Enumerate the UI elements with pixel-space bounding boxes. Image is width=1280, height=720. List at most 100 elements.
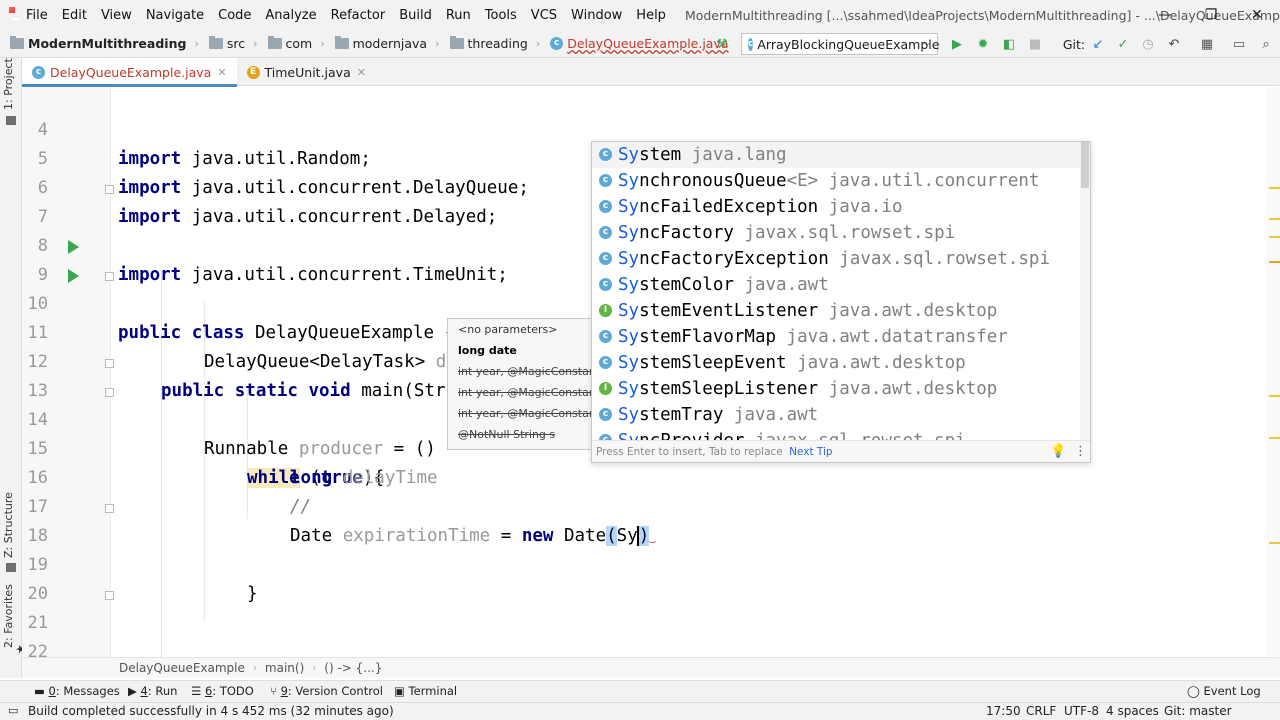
parameter-info-popup: <no parameters> long date int year, @Mag…	[447, 318, 592, 450]
debug-icon[interactable]: ✹	[974, 35, 992, 53]
code-line: 18 }	[22, 493, 1267, 604]
nav-threading[interactable]: threading ›	[449, 36, 540, 51]
class-icon: c	[599, 148, 612, 161]
param-option: long date	[458, 344, 517, 357]
completion-item[interactable]: c SyncFactory javax.sql.rowset.spi	[592, 220, 1082, 246]
param-option: @NotNull String s	[458, 428, 556, 441]
caret-position[interactable]: 17:50	[986, 704, 1021, 718]
code-completion-popup: c System java.lang c SynchronousQueue<E> ja…	[591, 141, 1091, 463]
fold-marker-icon[interactable]	[105, 591, 114, 600]
event-log-button[interactable]: ◯ Event Log	[1187, 684, 1261, 698]
breadcrumb-class[interactable]: DelayQueueExample	[119, 661, 245, 675]
vcs-commit-icon[interactable]: ✓	[1114, 35, 1132, 53]
more-options-icon[interactable]: ⋮	[1074, 441, 1087, 462]
file-encoding[interactable]: UTF-8	[1064, 704, 1099, 718]
terminal-tool-button[interactable]: ▣ Terminal	[394, 684, 457, 698]
messages-tool-button[interactable]: ▬ 0: Messages	[34, 684, 120, 698]
menu-vcs[interactable]: VCS	[524, 8, 564, 23]
project-structure-icon[interactable]: ▦	[1198, 35, 1216, 53]
menu-edit[interactable]: Edit	[55, 8, 94, 23]
breadcrumb-lambda[interactable]: () -> {...}	[324, 661, 382, 675]
fold-marker-icon[interactable]	[105, 185, 114, 194]
completion-item[interactable]: c SystemSleepEvent java.awt.desktop	[592, 350, 1082, 376]
menu-window[interactable]: Window	[564, 8, 629, 23]
completion-item[interactable]: c SyncFailedException java.io	[592, 194, 1082, 220]
chevron-down-icon: ⌵	[922, 36, 931, 49]
favorites-tool-tab[interactable]: 2: Favorites	[2, 584, 15, 648]
next-tip-link[interactable]: Next Tip	[789, 446, 832, 458]
completion-item[interactable]: I SystemSleepListener java.awt.desktop	[592, 376, 1082, 402]
run-gutter-icon[interactable]	[68, 240, 79, 254]
version-control-tool-button[interactable]: ⑂ 9: Version Control	[270, 684, 383, 698]
interface-icon: I	[599, 304, 612, 317]
project-tool-tab[interactable]: 1: Project	[2, 58, 15, 110]
breadcrumb-method[interactable]: main()	[265, 661, 304, 675]
completion-item[interactable]: c System java.lang	[592, 142, 1082, 168]
history-icon[interactable]: ◷	[1139, 35, 1157, 53]
close-icon[interactable]: ✕	[1234, 0, 1280, 30]
nav-src[interactable]: src ›	[208, 36, 258, 51]
run-gutter-icon[interactable]	[68, 269, 79, 283]
minimize-icon[interactable]: —	[1142, 0, 1188, 30]
nav-modernjava[interactable]: modernjava ›	[334, 36, 440, 51]
menu-view[interactable]: View	[94, 8, 139, 23]
close-tab-icon[interactable]: ✕	[217, 66, 226, 79]
fold-marker-icon[interactable]	[105, 504, 114, 513]
folder-icon	[267, 36, 282, 49]
run-tool-button[interactable]: ▶ 4: Run	[128, 684, 177, 698]
code-line: 4 import java.util.Random;	[37, 120, 371, 169]
fold-marker-icon[interactable]	[105, 388, 114, 397]
menu-analyze[interactable]: Analyze	[258, 8, 323, 23]
fold-marker-icon[interactable]	[105, 272, 114, 281]
title-bar: File Edit View Navigate Code Analyze Ref…	[0, 0, 1280, 30]
run-icon: ▶	[128, 684, 141, 698]
menu-file[interactable]: File	[19, 8, 55, 23]
code-line: 17 Date expirationTime = new Date(Sy)‿	[27, 497, 656, 546]
param-option: <no parameters>	[458, 323, 558, 336]
run-icon[interactable]: ▶	[948, 35, 966, 53]
layout-icon[interactable]: ▭	[1230, 35, 1248, 53]
menu-navigate[interactable]: Navigate	[139, 8, 211, 23]
menu-run[interactable]: Run	[439, 8, 478, 23]
vcs-update-icon[interactable]: ↙	[1089, 35, 1107, 53]
git-branch[interactable]: Git: master	[1164, 704, 1232, 718]
indent-setting[interactable]: 4 spaces	[1106, 704, 1159, 718]
close-tab-icon[interactable]: ✕	[357, 66, 366, 79]
coverage-icon[interactable]: ◧	[1000, 35, 1018, 53]
nav-project[interactable]: ModernMultithreading ›	[10, 36, 199, 51]
nav-file[interactable]: c DelayQueueExample.java	[550, 36, 729, 51]
line-separator[interactable]: CRLF	[1026, 704, 1056, 718]
lightbulb-icon[interactable]: 💡	[1050, 441, 1066, 462]
menu-refactor[interactable]: Refactor	[324, 8, 393, 23]
completion-item[interactable]: c SyncFactoryException javax.sql.rowset.s…	[592, 246, 1082, 272]
completion-item[interactable]: c SystemFlavorMap java.awt.datatransfer	[592, 324, 1082, 350]
param-option: int year, @MagicConstant	[458, 407, 591, 420]
structure-tool-tab[interactable]: Z: Structure	[2, 492, 15, 558]
error-stripe[interactable]	[1267, 87, 1280, 657]
todo-icon: ☰	[191, 684, 205, 698]
search-everywhere-icon[interactable]: ⌕	[1257, 35, 1275, 53]
code-line: 23	[22, 638, 1267, 657]
nav-com[interactable]: com ›	[267, 36, 325, 51]
completion-item[interactable]: c SystemTray java.awt	[592, 402, 1082, 428]
build-hammer-icon[interactable]: ⚒	[713, 35, 731, 53]
menu-tools[interactable]: Tools	[478, 8, 524, 23]
completion-scrollbar[interactable]	[1080, 142, 1090, 442]
completion-item[interactable]: c SynchronousQueue<E> java.util.concurren…	[592, 168, 1082, 194]
folder-icon	[449, 36, 464, 49]
stop-icon[interactable]: ■	[1026, 35, 1044, 53]
enum-icon: E	[246, 65, 260, 79]
todo-tool-button[interactable]: ☰ 6: TODO	[191, 684, 254, 698]
tab-delayqueueexample[interactable]: c DelayQueueExample.java ✕	[22, 58, 237, 87]
fold-marker-icon[interactable]	[105, 359, 114, 368]
tab-timeunit[interactable]: E TimeUnit.java ✕	[237, 58, 376, 86]
completion-item[interactable]: c SystemColor java.awt	[592, 272, 1082, 298]
menu-code[interactable]: Code	[211, 8, 258, 23]
project-icon	[6, 116, 16, 125]
rollback-icon[interactable]: ↶	[1165, 35, 1183, 53]
menu-build[interactable]: Build	[392, 8, 439, 23]
completion-item[interactable]: I SystemEventListener java.awt.desktop	[592, 298, 1082, 324]
menu-help[interactable]: Help	[629, 8, 673, 23]
restore-icon[interactable]: ❐	[1188, 0, 1234, 30]
run-configuration-select[interactable]: c ArrayBlockingQueueExample ⌵	[741, 33, 939, 55]
